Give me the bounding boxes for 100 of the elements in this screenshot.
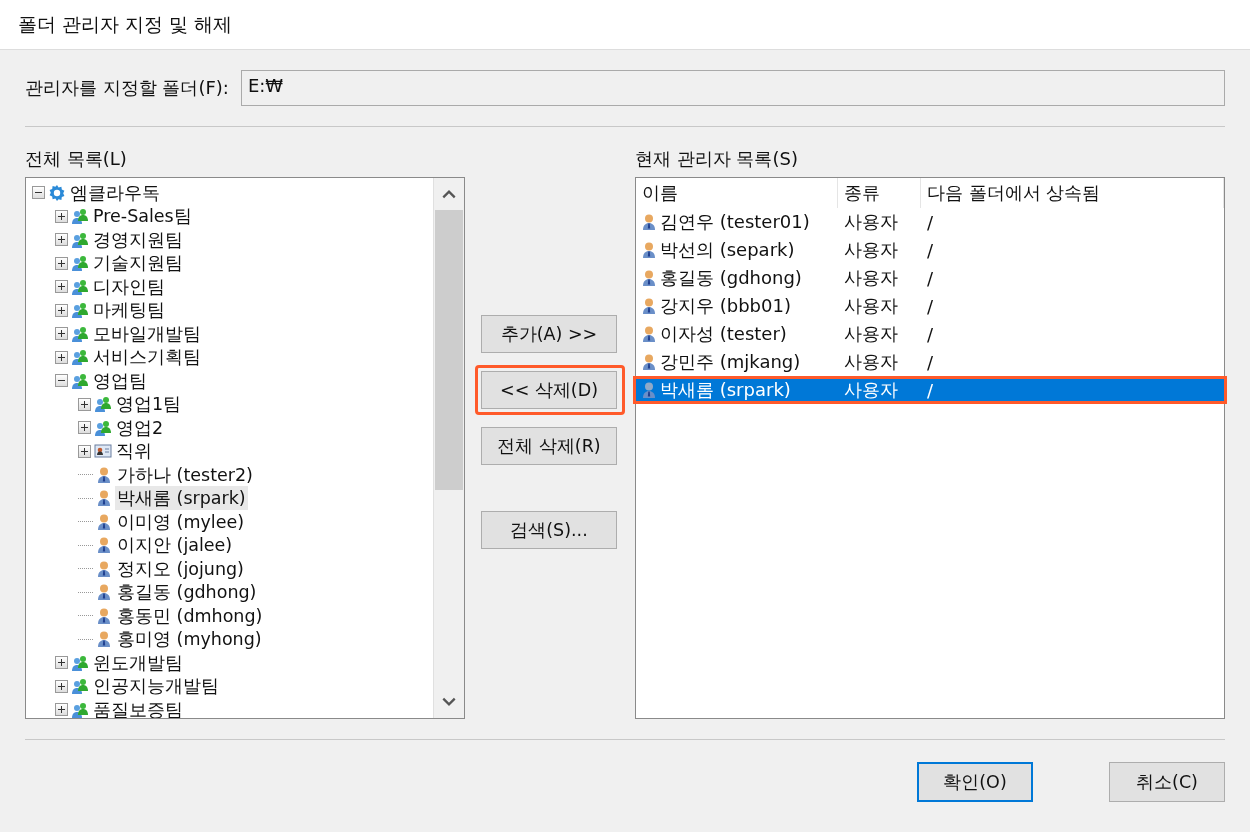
admin-row[interactable]: 홍길동 (gdhong) 사용자 /: [633, 264, 1227, 292]
expander-icon[interactable]: [32, 186, 45, 200]
tree-item[interactable]: 기술지원팀: [91, 251, 185, 276]
user-icon: [95, 583, 113, 602]
user-icon: [95, 606, 113, 625]
tree-item[interactable]: 모바일개발팀: [91, 321, 203, 346]
user-icon: [640, 353, 658, 371]
admin-row[interactable]: 박새롬 (srpark) 사용자 /: [633, 376, 1227, 404]
tree-item[interactable]: 서비스기획팀: [91, 345, 203, 370]
admin-row[interactable]: 강지우 (bbb01) 사용자 /: [633, 292, 1227, 320]
expander-icon[interactable]: [55, 350, 68, 364]
tree-item[interactable]: 인공지능개발팀: [91, 674, 221, 699]
table-cell-text: 사용자: [843, 210, 899, 234]
dialog-button[interactable]: 확인(O): [917, 762, 1033, 802]
user-icon: [95, 559, 113, 578]
scroll-down-icon[interactable]: [441, 696, 457, 708]
tree-item[interactable]: 영업2: [114, 415, 166, 440]
expander-icon[interactable]: [55, 303, 68, 317]
action-button[interactable]: << 삭제(D): [481, 371, 617, 409]
scrollbar[interactable]: [433, 178, 464, 718]
user-icon: [95, 536, 113, 555]
user-icon: [640, 269, 658, 287]
user-icon: [640, 297, 658, 315]
admins-label: 현재 관리자 목록(S): [635, 147, 799, 171]
people-icon: [71, 301, 89, 320]
tree-item[interactable]: 디자인팀: [91, 274, 167, 299]
table-cell-text: /: [926, 239, 935, 261]
admin-row[interactable]: 이자성 (tester) 사용자 /: [633, 320, 1227, 348]
dialog-button[interactable]: 취소(C): [1109, 762, 1225, 802]
expander-icon[interactable]: [55, 280, 68, 294]
tree-item[interactable]: 품질보증팀: [91, 697, 185, 718]
tree-item[interactable]: 정지오 (jojung): [115, 556, 246, 581]
tree-item[interactable]: 직위: [114, 439, 154, 464]
gear-icon: [48, 183, 66, 202]
table-cell: 강지우 (bbb01): [660, 294, 791, 318]
tree-item[interactable]: 가하나 (tester2): [115, 462, 255, 487]
user-icon: [640, 213, 658, 231]
scroll-thumb[interactable]: [435, 210, 463, 490]
people-icon: [71, 207, 89, 226]
expander-icon[interactable]: [55, 327, 68, 341]
user-icon: [95, 489, 113, 508]
column-header[interactable]: 종류: [838, 178, 921, 208]
user-icon: [95, 630, 113, 649]
table-cell-text: 사용자: [843, 266, 899, 290]
people-icon: [94, 418, 112, 437]
expander-icon[interactable]: [55, 703, 68, 717]
people-icon: [71, 348, 89, 367]
tree-item[interactable]: 영업팀: [91, 368, 149, 393]
people-icon: [71, 700, 89, 718]
tree-item[interactable]: 경영지원팀: [91, 227, 185, 252]
user-icon: [95, 512, 113, 531]
people-icon: [94, 395, 112, 414]
expander-icon[interactable]: [78, 421, 91, 435]
table-cell: 박선의 (separk): [660, 238, 795, 262]
people-icon: [71, 324, 89, 343]
user-icon: [640, 381, 658, 399]
table-cell-text: /: [926, 323, 935, 345]
scroll-up-icon[interactable]: [441, 188, 457, 200]
action-button[interactable]: 추가(A) >>: [481, 315, 617, 353]
tree-item[interactable]: 엠클라우독: [68, 180, 162, 205]
table-cell: 김연우 (tester01): [660, 210, 810, 234]
tree-item[interactable]: 윈도개발팀: [91, 650, 185, 675]
people-icon: [71, 371, 89, 390]
expander-icon[interactable]: [55, 233, 68, 247]
people-icon: [71, 230, 89, 249]
people-icon: [71, 277, 89, 296]
people-icon: [71, 254, 89, 273]
admin-row[interactable]: 강민주 (mjkang) 사용자 /: [633, 348, 1227, 376]
tree-item[interactable]: Pre-Sales팀: [91, 204, 194, 229]
expander-icon[interactable]: [55, 679, 68, 693]
id-card-icon: [94, 442, 112, 461]
people-icon: [71, 653, 89, 672]
admin-row[interactable]: 김연우 (tester01) 사용자 /: [633, 208, 1227, 236]
tree-item[interactable]: 홍길동 (gdhong): [115, 580, 259, 605]
expander-icon[interactable]: [78, 397, 91, 411]
tree-item[interactable]: 박새롬 (srpark): [115, 486, 248, 511]
admin-row[interactable]: 박선의 (separk) 사용자 /: [633, 236, 1227, 264]
action-button[interactable]: 검색(S)...: [481, 511, 617, 549]
window-title: 폴더 관리자 지정 및 해제: [18, 11, 233, 37]
folder-label: 관리자를 지정할 폴더(F):: [25, 76, 229, 100]
tree-item[interactable]: 이미영 (mylee): [115, 509, 247, 534]
tree-item[interactable]: 홍미영 (myhong): [115, 627, 264, 652]
tree-item[interactable]: 이지안 (jalee): [115, 533, 235, 558]
tree-item[interactable]: 마케팅팀: [91, 298, 167, 323]
table-cell: 이자성 (tester): [660, 322, 787, 346]
column-header[interactable]: 이름: [636, 178, 838, 208]
table-cell: 강민주 (mjkang): [660, 350, 801, 374]
table-cell-text: /: [926, 351, 935, 373]
table-cell-text: 사용자: [843, 378, 899, 402]
expander-icon[interactable]: [55, 256, 68, 270]
folder-field[interactable]: E:₩: [240, 70, 1225, 106]
table-cell-text: /: [926, 379, 935, 401]
tree-item[interactable]: 홍동민 (dmhong): [115, 603, 265, 628]
expander-icon[interactable]: [55, 656, 68, 670]
expander-icon[interactable]: [55, 374, 68, 388]
expander-icon[interactable]: [55, 209, 68, 223]
tree-item[interactable]: 영업1팀: [114, 392, 184, 417]
expander-icon[interactable]: [78, 444, 91, 458]
action-button[interactable]: 전체 삭제(R): [481, 427, 617, 465]
column-header[interactable]: 다음 폴더에서 상속됨: [921, 178, 1224, 208]
